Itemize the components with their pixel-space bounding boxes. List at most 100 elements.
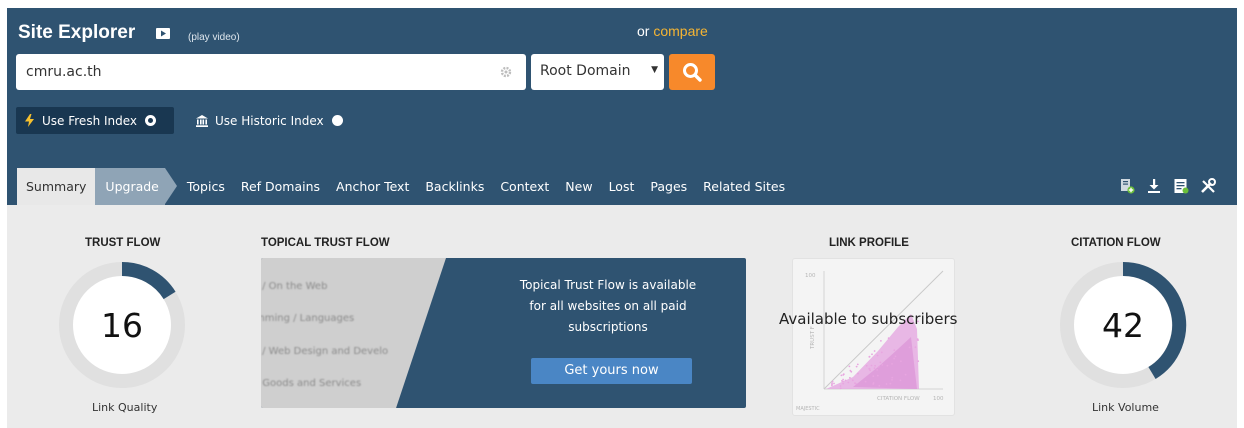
tab-pages[interactable]: Pages <box>642 168 695 205</box>
gear-icon[interactable] <box>500 66 512 78</box>
blurred-topic: r Goods and Services <box>261 378 362 389</box>
lightning-icon <box>25 114 34 127</box>
link-profile-scatter: 100 100 CITATION FLOW TRUST F MAJESTIC <box>796 270 944 412</box>
citation-flow-title: CITATION FLOW <box>1071 237 1161 249</box>
tab-new[interactable]: New <box>557 168 600 205</box>
scatter-dot <box>891 363 893 365</box>
search-input[interactable] <box>16 54 486 90</box>
scatter-dot <box>891 376 894 379</box>
search-box <box>16 54 526 90</box>
page-title: Site Explorer <box>18 22 136 43</box>
scatter-dot <box>917 360 920 363</box>
scatter-dot <box>842 374 845 376</box>
topical-preview-blurred: t / On the Web mming / Languages t / Web… <box>261 258 446 408</box>
summary-panel: TRUST FLOW 16 Link Quality TOPICAL TRUST… <box>7 205 1237 428</box>
bank-icon <box>196 114 208 127</box>
scatter-dot <box>873 367 876 370</box>
scatter-dot <box>876 354 879 357</box>
scatter-dot <box>885 383 888 385</box>
scatter-dot <box>831 382 833 385</box>
scatter-dot <box>886 364 889 367</box>
site-explorer-app: Site Explorer (play video) or compare Ro… <box>7 8 1237 428</box>
scatter-dot <box>872 382 875 384</box>
blurred-topic: mming / Languages <box>261 313 355 324</box>
historic-index-label: Use Historic Index <box>215 113 324 128</box>
scatter-dot <box>894 355 897 358</box>
subscribers-overlay: Available to subscribers <box>779 310 958 328</box>
tab-topics[interactable]: Topics <box>179 168 233 205</box>
trust-flow-value: 16 <box>101 306 143 345</box>
scatter-dot <box>864 380 867 383</box>
compare-prefix: or <box>637 23 650 39</box>
tab-summary[interactable]: Summary <box>17 168 96 205</box>
scatter-dot <box>893 357 895 360</box>
scatter-dot <box>876 369 879 371</box>
scatter-dot <box>870 364 873 367</box>
blurred-topic: t / Web Design and Develo <box>261 346 389 357</box>
fresh-index-option[interactable]: Use Fresh Index <box>16 107 174 134</box>
scatter-dot <box>851 379 854 382</box>
scatter-dot <box>871 353 873 356</box>
scatter-dot <box>877 365 880 368</box>
tab-lost[interactable]: Lost <box>601 168 643 205</box>
tools-icon[interactable] <box>1200 178 1216 194</box>
scatter-dot <box>873 350 876 352</box>
video-icon[interactable] <box>156 28 170 39</box>
scatter-dot <box>831 384 833 387</box>
download-icon[interactable] <box>1146 178 1162 194</box>
citation-flow-gauge: 42 <box>1060 261 1187 388</box>
chevron-down-icon: ▼ <box>651 65 658 75</box>
scatter-dot <box>893 349 896 352</box>
scatter-dot <box>908 346 911 349</box>
lp-y-tick-max: 100 <box>805 273 816 279</box>
scatter-dot <box>889 382 892 385</box>
tab-anchor-text[interactable]: Anchor Text <box>328 168 417 205</box>
trust-flow-caption: Link Quality <box>92 401 158 414</box>
tab-backlinks[interactable]: Backlinks <box>417 168 492 205</box>
get-yours-now-button[interactable]: Get yours now <box>531 358 692 384</box>
add-report-icon[interactable] <box>1119 178 1135 194</box>
scatter-dot <box>880 340 882 342</box>
scatter-dot <box>880 351 883 354</box>
search-button[interactable] <box>669 54 715 90</box>
link-profile-chart: 100 100 CITATION FLOW TRUST F MAJESTIC <box>792 258 955 416</box>
scatter-dot <box>850 370 853 373</box>
scope-select[interactable]: Root Domain ▼ <box>531 54 664 90</box>
scatter-dot <box>855 382 857 385</box>
scatter-dot <box>856 363 859 366</box>
lp-x-tick-max: 100 <box>933 396 944 402</box>
majestic-logo: MAJESTIC <box>796 406 820 412</box>
compare-prompt: or compare <box>637 23 708 39</box>
tab-context[interactable]: Context <box>492 168 557 205</box>
scatter-dot <box>876 374 879 377</box>
fresh-index-label: Use Fresh Index <box>42 113 138 128</box>
lp-x-axis-label: CITATION FLOW <box>877 396 920 402</box>
topical-trust-flow-panel: t / On the Web mming / Languages t / Web… <box>261 258 746 408</box>
tab-ref-domains[interactable]: Ref Domains <box>233 168 328 205</box>
historic-index-radio[interactable] <box>331 115 343 126</box>
scatter-dot <box>842 378 844 381</box>
compare-link[interactable]: compare <box>653 23 707 39</box>
scatter-dot <box>857 372 859 375</box>
historic-index-option[interactable]: Use Historic Index <box>192 107 362 134</box>
scatter-dot <box>847 381 850 384</box>
header: Site Explorer (play video) or compare Ro… <box>7 8 1237 205</box>
scatter-dot <box>833 382 835 385</box>
scatter-dot <box>904 373 907 376</box>
report-icon[interactable] <box>1173 178 1189 194</box>
tab-upgrade[interactable]: Upgrade <box>95 168 178 205</box>
scatter-dot <box>900 360 902 363</box>
scatter-dot <box>849 376 851 379</box>
scatter-dot <box>878 384 881 387</box>
trust-flow-gauge: 16 <box>59 261 185 388</box>
scope-select-value: Root Domain <box>540 63 631 79</box>
toolbar-icons <box>1119 178 1216 194</box>
topical-trust-flow-title: TOPICAL TRUST FLOW <box>261 237 390 249</box>
tab-related-sites[interactable]: Related Sites <box>695 168 793 205</box>
scatter-dot <box>868 367 871 370</box>
citation-flow-value: 42 <box>1102 306 1144 345</box>
fresh-index-radio[interactable] <box>145 115 157 126</box>
scatter-dot <box>891 379 893 381</box>
play-video-link[interactable]: (play video) <box>188 32 240 43</box>
scatter-dot <box>855 365 858 368</box>
